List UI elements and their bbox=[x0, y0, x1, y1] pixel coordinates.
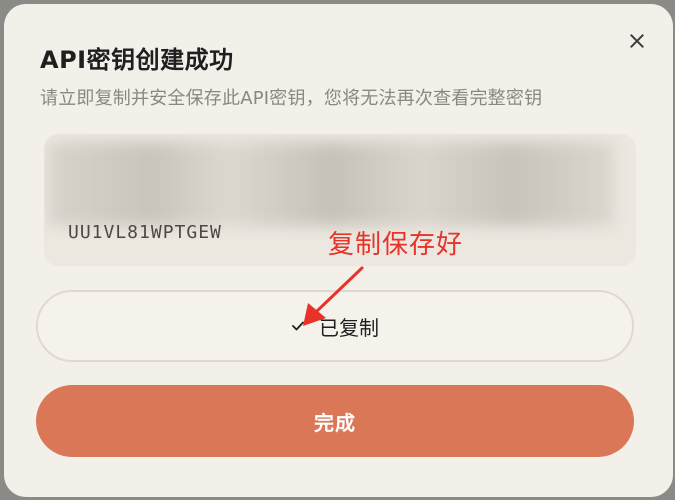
copied-button[interactable]: 已复制 bbox=[36, 290, 634, 362]
dialog-subtitle: 请立即复制并安全保存此API密钥，您将无法再次查看完整密钥 bbox=[40, 88, 543, 109]
blurred-key-region bbox=[48, 142, 614, 226]
dialog-title: API密钥创建成功 bbox=[40, 46, 234, 74]
close-icon[interactable] bbox=[626, 30, 648, 52]
api-key-tail: UU1VL81WPTGEW bbox=[68, 222, 222, 243]
done-label: 完成 bbox=[314, 410, 356, 435]
copied-label: 已复制 bbox=[319, 315, 379, 340]
check-icon bbox=[292, 321, 304, 331]
annotation-label: 复制保存好 bbox=[328, 230, 464, 260]
done-button[interactable]: 完成 bbox=[36, 385, 634, 457]
